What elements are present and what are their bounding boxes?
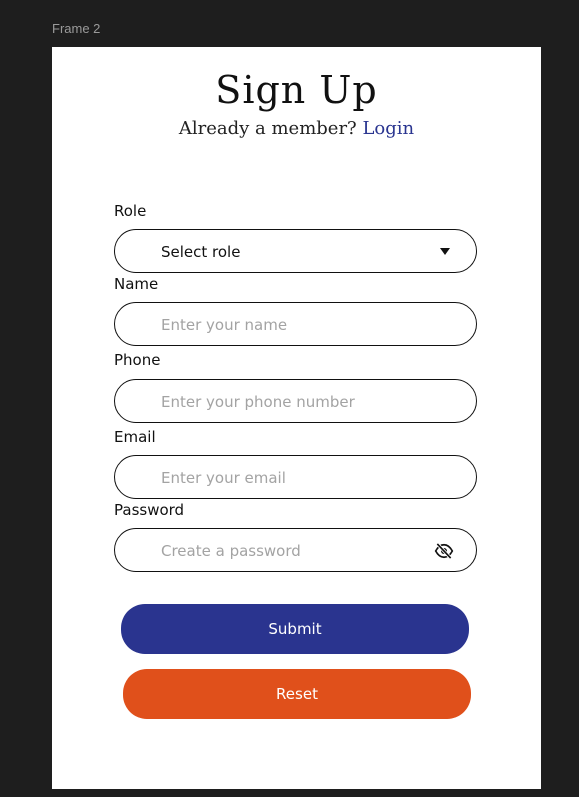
- role-select-value: Select role: [161, 243, 241, 261]
- name-label: Name: [114, 275, 159, 293]
- login-prompt: Already a member? Login: [52, 117, 541, 141]
- page-title: Sign Up: [215, 68, 378, 112]
- role-label: Role: [114, 202, 147, 220]
- eye-off-icon[interactable]: [434, 542, 454, 560]
- email-placeholder: Enter your email: [161, 469, 286, 487]
- login-prompt-text: Already a member?: [178, 118, 357, 139]
- signup-frame: Sign Up Already a member? Login Role Sel…: [52, 47, 541, 789]
- email-field[interactable]: Enter your email: [114, 455, 477, 499]
- phone-field[interactable]: Enter your phone number: [114, 379, 477, 423]
- role-select[interactable]: Select role: [114, 229, 477, 273]
- email-label: Email: [114, 428, 156, 446]
- password-placeholder: Create a password: [161, 542, 301, 560]
- name-field[interactable]: Enter your name: [114, 302, 477, 346]
- password-label: Password: [114, 501, 185, 519]
- password-field[interactable]: Create a password: [114, 528, 477, 572]
- frame-label: Frame 2: [52, 21, 101, 36]
- chevron-down-icon: [440, 248, 450, 255]
- login-link[interactable]: Login: [362, 118, 414, 139]
- submit-button[interactable]: Submit: [121, 604, 469, 654]
- name-placeholder: Enter your name: [161, 316, 288, 334]
- reset-button[interactable]: Reset: [123, 669, 471, 719]
- phone-placeholder: Enter your phone number: [161, 393, 355, 411]
- phone-label: Phone: [114, 351, 161, 369]
